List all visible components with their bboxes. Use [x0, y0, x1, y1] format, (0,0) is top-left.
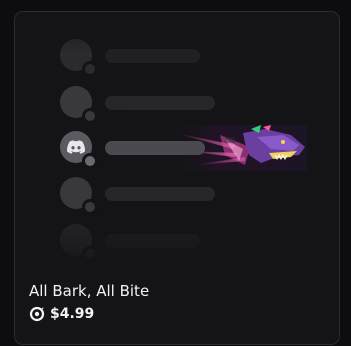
name-placeholder-bar — [105, 96, 215, 110]
status-dot — [82, 199, 98, 215]
preview-member-row-highlighted — [60, 131, 320, 169]
name-placeholder-bar — [105, 49, 200, 63]
name-placeholder-bar — [105, 234, 200, 248]
preview-member-row — [60, 177, 320, 215]
status-dot — [82, 61, 98, 77]
product-price: $4.99 — [50, 306, 95, 322]
shop-item-card[interactable]: All Bark, All Bite $4.99 — [14, 11, 340, 345]
orb-icon — [29, 306, 45, 322]
status-dot — [82, 246, 98, 262]
preview-member-row — [60, 39, 320, 77]
discord-logo-icon — [67, 140, 85, 154]
nameplate-preview — [15, 12, 339, 274]
preview-member-row — [60, 224, 320, 262]
status-dot — [82, 153, 98, 169]
price-row: $4.99 — [29, 305, 94, 323]
name-placeholder-bar — [105, 187, 215, 201]
status-dot — [82, 108, 98, 124]
product-title: All Bark, All Bite — [29, 282, 150, 300]
preview-member-row — [60, 86, 320, 124]
name-placeholder-bar — [105, 141, 205, 155]
